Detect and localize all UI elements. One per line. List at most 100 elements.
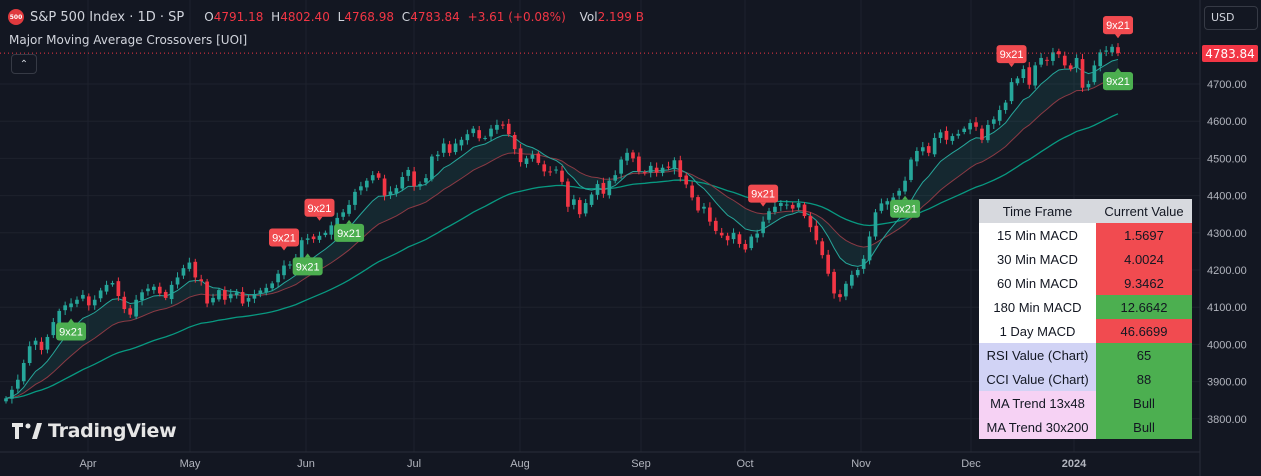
row-label: MA Trend 30x200 bbox=[979, 415, 1096, 439]
candle-body bbox=[69, 303, 73, 308]
close-value: 4783.84 bbox=[410, 10, 460, 24]
collapse-chevron-icon[interactable]: ⌃ bbox=[11, 54, 37, 74]
y-tick-label: 4200.00 bbox=[1207, 265, 1247, 277]
table-row: 60 Min MACD 9.3462 bbox=[979, 271, 1192, 295]
candle-body bbox=[394, 188, 399, 194]
candle-body bbox=[802, 204, 807, 217]
y-tick-label: 4500.00 bbox=[1207, 153, 1247, 165]
candle-body bbox=[465, 134, 470, 141]
candle-body bbox=[453, 143, 458, 153]
candle-body bbox=[228, 294, 233, 299]
candle-body bbox=[234, 292, 239, 296]
candle-body bbox=[10, 389, 14, 399]
y-tick-label: 4000.00 bbox=[1207, 339, 1247, 351]
candle-body bbox=[483, 137, 487, 139]
candle-body bbox=[737, 234, 742, 244]
row-label: 60 Min MACD bbox=[979, 271, 1096, 295]
candle-body bbox=[672, 160, 677, 170]
signal-pointer bbox=[281, 246, 287, 251]
candle-body bbox=[264, 287, 269, 293]
table-row: 180 Min MACD 12.6642 bbox=[979, 295, 1192, 319]
candle-body bbox=[637, 156, 641, 172]
signal-text: 9x21 bbox=[296, 261, 320, 273]
y-tick-label: 3900.00 bbox=[1207, 377, 1247, 389]
candle-body bbox=[92, 299, 97, 306]
candle-body bbox=[305, 238, 310, 240]
candle-body bbox=[767, 211, 771, 220]
y-tick-label: 3800.00 bbox=[1207, 414, 1247, 426]
candle-body bbox=[353, 191, 357, 205]
symbol-title[interactable]: S&P 500 Index · 1D · SP bbox=[30, 10, 184, 25]
table-row: 1 Day MACD 46.6699 bbox=[979, 319, 1192, 343]
candle-body bbox=[997, 110, 1002, 121]
row-label: 1 Day MACD bbox=[979, 319, 1096, 343]
candle-body bbox=[400, 177, 405, 189]
candle-body bbox=[27, 346, 32, 363]
candle-body bbox=[554, 169, 558, 171]
candle-body bbox=[412, 171, 416, 187]
candle-body bbox=[435, 154, 440, 157]
candle-body bbox=[223, 290, 227, 300]
candle-body bbox=[364, 180, 369, 188]
candle-body bbox=[838, 294, 842, 298]
candle-body bbox=[613, 175, 618, 181]
symbol-header: 500 S&P 500 Index · 1D · SP O4791.18 H48… bbox=[8, 6, 644, 28]
candle-body bbox=[654, 167, 659, 173]
candle-body bbox=[1039, 57, 1043, 65]
candle-body bbox=[542, 164, 547, 172]
indicator-title[interactable]: Major Moving Average Crossovers [UOI] bbox=[9, 33, 247, 47]
currency-selector[interactable]: USD bbox=[1204, 6, 1258, 30]
table-row: RSI Value (Chart) 65 bbox=[979, 343, 1192, 367]
candle-body bbox=[146, 288, 150, 292]
candle-body bbox=[252, 294, 257, 299]
row-label: 180 Min MACD bbox=[979, 295, 1096, 319]
x-tick-label: Aug bbox=[510, 458, 530, 470]
candle-body bbox=[459, 139, 464, 146]
table-row: MA Trend 13x48 Bull bbox=[979, 391, 1192, 415]
x-tick-label: May bbox=[180, 458, 201, 470]
tradingview-logo[interactable]: TradingView bbox=[12, 420, 177, 442]
candle-body bbox=[217, 290, 221, 300]
mid-ma-line bbox=[5, 75, 1119, 399]
candle-body bbox=[63, 305, 67, 311]
volume-value: 2.199 B bbox=[597, 10, 644, 24]
candle-body bbox=[761, 221, 765, 234]
candle-body bbox=[1110, 46, 1114, 53]
row-value: 46.6699 bbox=[1096, 319, 1192, 343]
high-label: H bbox=[271, 10, 281, 24]
row-label: CCI Value (Chart) bbox=[979, 367, 1096, 391]
candle-body bbox=[855, 270, 860, 276]
table-header-value: Current Value bbox=[1096, 199, 1192, 223]
candle-body bbox=[211, 297, 215, 303]
x-tick-label: Oct bbox=[736, 458, 753, 470]
y-tick-label: 4600.00 bbox=[1207, 116, 1247, 128]
candle-body bbox=[134, 299, 138, 317]
open-label: O bbox=[204, 10, 214, 24]
y-tick-label: 4400.00 bbox=[1207, 191, 1247, 203]
candle-body bbox=[1015, 78, 1020, 84]
candle-body bbox=[879, 203, 884, 211]
candle-body bbox=[382, 178, 387, 196]
candle-body bbox=[731, 232, 736, 240]
candle-body bbox=[968, 123, 972, 130]
signal-pointer bbox=[1008, 63, 1015, 68]
candle-body bbox=[885, 201, 890, 205]
candle-body bbox=[938, 132, 943, 138]
candle-body bbox=[713, 220, 718, 231]
candle-body bbox=[1021, 69, 1026, 79]
candle-body bbox=[625, 152, 629, 161]
signal-pointer bbox=[346, 219, 353, 224]
candle-body bbox=[388, 191, 393, 195]
signal-text: 9x21 bbox=[308, 203, 332, 215]
signal-text: 9x21 bbox=[893, 204, 917, 216]
x-tick-label: Dec bbox=[961, 458, 981, 470]
candle-body bbox=[548, 171, 553, 173]
candle-body bbox=[81, 294, 85, 299]
candle-body bbox=[163, 291, 168, 298]
candle-body bbox=[424, 178, 428, 183]
candle-body bbox=[1051, 52, 1055, 61]
signal-text: 9x21 bbox=[337, 228, 361, 240]
candle-body bbox=[974, 122, 978, 127]
candle-body bbox=[282, 265, 286, 276]
candle-body bbox=[755, 233, 760, 238]
